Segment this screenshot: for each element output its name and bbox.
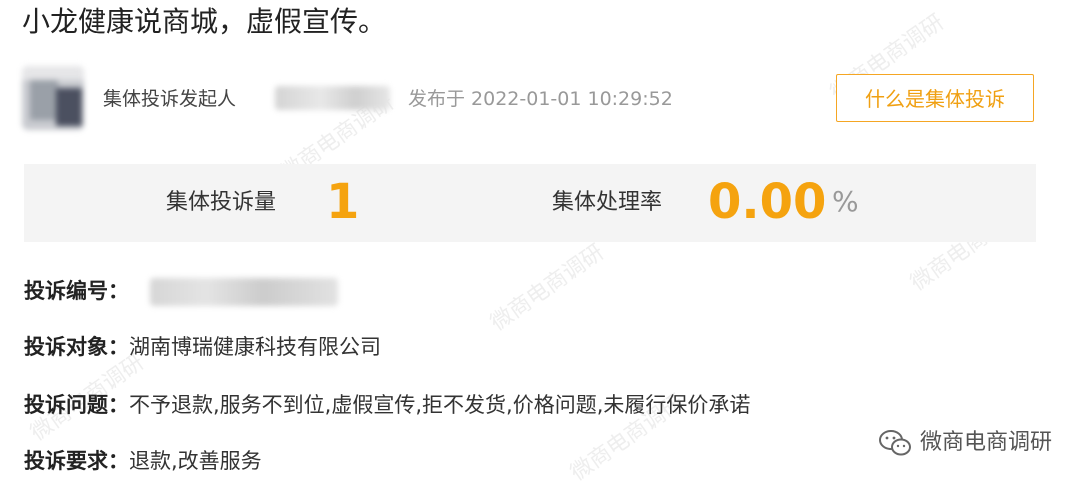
complaint-issue-row: 投诉问题：不予退款,服务不到位,虚假宣传,拒不发货,价格问题,未履行保价承诺 [24, 390, 750, 420]
complaint-count-label: 集体投诉量 [166, 190, 277, 215]
complaint-count-value: 1 [326, 174, 360, 230]
published-time: 2022-01-01 10:29:52 [471, 88, 673, 110]
watermark-text: 微商电商调研 [919, 430, 1052, 455]
background-watermark: 微商电商调研 [486, 239, 609, 337]
complaint-target-row: 投诉对象：湖南博瑞健康科技有限公司 [24, 332, 381, 362]
complaint-issue-value: 不予退款,服务不到位,虚假宣传,拒不发货,价格问题,未履行保价承诺 [129, 393, 751, 417]
initiator-name-redacted [275, 86, 390, 110]
avatar[interactable] [22, 66, 84, 130]
handling-rate-label: 集体处理率 [552, 190, 663, 215]
handling-rate-value: 0.00 [708, 174, 827, 230]
complaint-request-label: 投诉要求： [24, 449, 129, 473]
complaint-id-label: 投诉编号： [24, 279, 129, 303]
complaint-id-redacted [150, 278, 338, 306]
what-is-group-complaint-button[interactable]: 什么是集体投诉 [836, 74, 1034, 122]
initiator-label: 集体投诉发起人 [103, 88, 237, 110]
complaint-target-value: 湖南博瑞健康科技有限公司 [129, 335, 381, 359]
wechat-icon [878, 430, 911, 456]
complaint-request-value: 退款,改善服务 [129, 449, 262, 473]
complaint-target-label: 投诉对象： [24, 335, 129, 359]
publish-info: 发布于 2022-01-01 10:29:52 [408, 86, 673, 112]
complaint-id-row: 投诉编号： [24, 276, 129, 306]
published-prefix: 发布于 [408, 88, 466, 110]
page-title: 小龙健康说商城，虚假宣传。 [22, 5, 387, 38]
complaint-request-row: 投诉要求：退款,改善服务 [24, 446, 262, 476]
stats-panel: 集体投诉量 1 集体处理率 0.00 % [24, 164, 1036, 242]
handling-rate-unit: % [832, 185, 859, 218]
complaint-issue-label: 投诉问题： [24, 393, 129, 417]
watermark: 微商电商调研 [878, 428, 1052, 458]
